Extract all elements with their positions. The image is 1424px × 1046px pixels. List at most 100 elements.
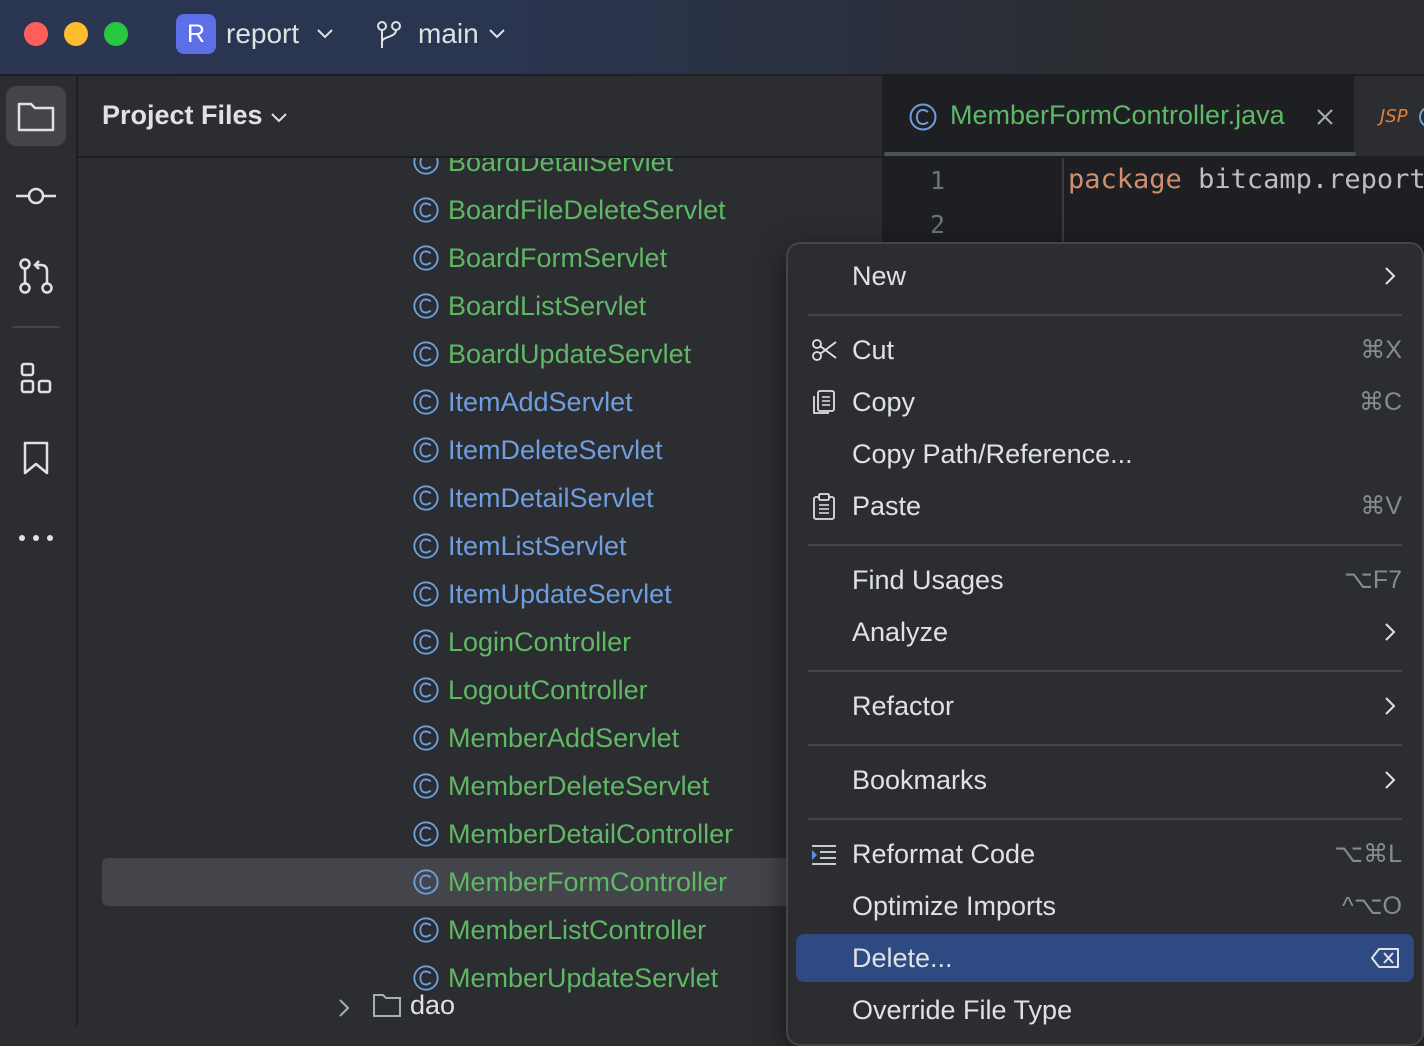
- branch-icon: [377, 21, 401, 48]
- class-icon: [413, 869, 439, 895]
- project-tool-button[interactable]: [6, 86, 66, 146]
- tab-label: MemberFormController.java: [950, 100, 1285, 130]
- bookmarks-tool-button[interactable]: [6, 428, 66, 488]
- tree-item-label: MemberDetailController: [448, 819, 734, 849]
- menu-item-label: Bookmarks: [852, 765, 988, 795]
- branch-name: main: [418, 18, 479, 49]
- jsp-file-icon: JSP: [1380, 106, 1408, 127]
- bookmark-icon: [23, 441, 49, 475]
- class-icon: [413, 677, 439, 703]
- tree-item[interactable]: BoardUpdateServlet: [102, 330, 882, 378]
- tree-item-selected[interactable]: MemberFormController: [102, 858, 882, 906]
- class-icon: [413, 437, 439, 463]
- tree-item[interactable]: MemberDeleteServlet: [102, 762, 882, 810]
- minimize-window-button[interactable]: [64, 22, 88, 46]
- more-icon: [19, 535, 53, 541]
- menu-separator: [808, 744, 1402, 746]
- chevron-right-icon: [1385, 623, 1396, 641]
- chevron-down-icon[interactable]: [270, 112, 288, 124]
- chevron-down-icon: [489, 29, 505, 39]
- menu-item-shortcut: ⌘C: [1358, 388, 1402, 416]
- tree-item-label: ItemDetailServlet: [448, 483, 654, 513]
- folder-icon: [17, 102, 55, 132]
- menu-item-label: Copy Path/Reference...: [852, 439, 1133, 469]
- tree-item[interactable]: LoginController: [102, 618, 882, 666]
- class-icon: [909, 103, 937, 131]
- menu-item-copy-path-reference[interactable]: Copy Path/Reference...: [796, 430, 1414, 478]
- tree-item-label: LoginController: [448, 627, 632, 657]
- menu-item-find-usages[interactable]: Find Usages ⌥F7: [796, 556, 1414, 604]
- file-tree: BoardDetailServlet BoardFileDeleteServlet…: [78, 158, 882, 1026]
- class-icon: [413, 245, 439, 271]
- tab-member-form-controller[interactable]: MemberFormController.java: [882, 76, 1356, 156]
- menu-item-delete[interactable]: Delete...: [796, 934, 1414, 982]
- menu-separator: [808, 670, 1402, 672]
- menu-item-shortcut: ⌘X: [1360, 336, 1402, 364]
- menu-item-label: Find Usages: [852, 565, 1004, 595]
- tree-item-label: MemberDeleteServlet: [448, 771, 710, 801]
- menu-item-copy[interactable]: Copy ⌘C: [796, 378, 1414, 426]
- menu-item-paste[interactable]: Paste ⌘V: [796, 482, 1414, 530]
- tree-item[interactable]: ItemDeleteServlet: [102, 426, 882, 474]
- tree-item[interactable]: MemberDetailController: [102, 810, 882, 858]
- line-number: 2: [930, 210, 946, 239]
- tree-item-label: MemberListController: [448, 915, 707, 945]
- chevron-right-icon: [1385, 697, 1396, 715]
- menu-item-cut[interactable]: Cut ⌘X: [796, 326, 1414, 374]
- tree-item[interactable]: BoardDetailServlet: [102, 158, 882, 186]
- menu-item-label: New: [852, 261, 907, 291]
- tree-item[interactable]: ItemDetailServlet: [102, 474, 882, 522]
- chevron-down-icon: [317, 29, 333, 39]
- commit-tool-button[interactable]: [6, 166, 66, 226]
- tree-item[interactable]: MemberAddServlet: [102, 714, 882, 762]
- more-tools-button[interactable]: [6, 508, 66, 568]
- close-tab-icon[interactable]: [1316, 108, 1334, 126]
- tree-folder-row[interactable]: dao: [78, 986, 882, 1026]
- menu-item-analyze[interactable]: Analyze: [796, 608, 1414, 656]
- editor-tab-bar: MemberFormController.java JSP: [882, 76, 1424, 156]
- menu-item-label: Delete...: [852, 943, 953, 973]
- code-keyword: package: [1068, 164, 1182, 195]
- chevron-right-icon[interactable]: [338, 998, 350, 1018]
- tree-item[interactable]: BoardFormServlet: [102, 234, 882, 282]
- tree-item-label: ItemDeleteServlet: [448, 435, 663, 465]
- tree-item[interactable]: BoardFileDeleteServlet: [102, 186, 882, 234]
- menu-separator: [808, 818, 1402, 820]
- menu-item-bookmarks[interactable]: Bookmarks: [796, 756, 1414, 804]
- tree-item[interactable]: ItemUpdateServlet: [102, 570, 882, 618]
- code-package-name: bitcamp.report.c: [1198, 164, 1424, 195]
- tree-item[interactable]: LogoutController: [102, 666, 882, 714]
- menu-item-label: Copy: [852, 387, 916, 417]
- commit-icon: [16, 187, 56, 205]
- menu-item-optimize-imports[interactable]: Optimize Imports ^⌥O: [796, 882, 1414, 930]
- menu-item-label: Override File Type: [852, 995, 1073, 1025]
- code-line[interactable]: package bitcamp.report.c: [1068, 164, 1424, 195]
- tree-item-label: MemberAddServlet: [448, 723, 680, 753]
- menu-item-new[interactable]: New: [796, 252, 1414, 300]
- tree-item[interactable]: ItemAddServlet: [102, 378, 882, 426]
- context-menu: New Cut ⌘X Copy ⌘C Copy Path/Reference... Past…: [786, 242, 1424, 1046]
- chevron-right-icon: [1385, 771, 1396, 789]
- panel-title[interactable]: Project Files: [102, 100, 263, 131]
- tree-item[interactable]: MemberListController: [102, 906, 882, 954]
- tree-item[interactable]: BoardListServlet: [102, 282, 882, 330]
- zoom-window-button[interactable]: [104, 22, 128, 46]
- activity-bar: [0, 76, 78, 1026]
- menu-item-refactor[interactable]: Refactor: [796, 682, 1414, 730]
- menu-item-label: Refactor: [852, 691, 955, 721]
- pull-requests-tool-button[interactable]: [6, 246, 66, 306]
- activity-separator: [12, 326, 60, 328]
- class-icon: [413, 341, 439, 367]
- class-icon: [413, 389, 439, 415]
- tree-item-label: ItemAddServlet: [448, 387, 633, 417]
- menu-item-override-file-type[interactable]: Override File Type: [796, 986, 1414, 1034]
- class-icon: [413, 158, 439, 175]
- tree-item[interactable]: ItemListServlet: [102, 522, 882, 570]
- menu-item-reformat-code[interactable]: Reformat Code ⌥⌘L: [796, 830, 1414, 878]
- structure-tool-button[interactable]: [6, 348, 66, 408]
- menu-item-shortcut: ⌥⌘L: [1334, 840, 1402, 868]
- scissors-icon: [812, 339, 837, 361]
- structure-icon: [20, 362, 52, 394]
- close-window-button[interactable]: [24, 22, 48, 46]
- menu-item-label: Paste: [852, 491, 922, 521]
